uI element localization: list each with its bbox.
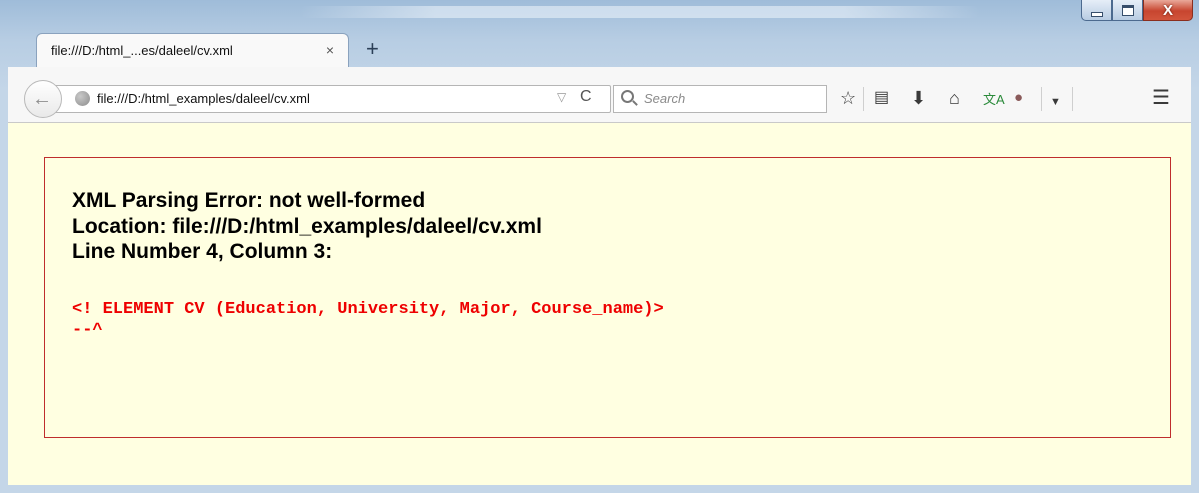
close-window-button[interactable]: X: [1143, 0, 1193, 21]
home-icon[interactable]: ⌂: [949, 89, 960, 107]
translate-icon[interactable]: 文A: [983, 91, 1005, 109]
tab-close-icon[interactable]: ×: [326, 42, 334, 58]
url-text[interactable]: file:///D:/html_examples/daleel/cv.xml: [97, 91, 310, 106]
maximize-button[interactable]: [1112, 0, 1143, 21]
maximize-icon: [1121, 4, 1134, 16]
bookmark-star-icon[interactable]: ☆: [840, 89, 856, 107]
window-controls: X: [1081, 0, 1193, 22]
new-tab-button[interactable]: +: [366, 38, 379, 60]
dropdown-icon[interactable]: ▼: [1050, 93, 1061, 111]
close-icon: X: [1162, 1, 1173, 19]
search-input[interactable]: Search: [613, 85, 827, 113]
browser-window: X file:///D:/html_...es/daleel/cv.xml × …: [0, 0, 1199, 493]
history-dropdown-icon[interactable]: ▽: [557, 90, 566, 104]
minimize-button[interactable]: [1081, 0, 1112, 21]
xml-error-box: XML Parsing Error: not well-formed Locat…: [44, 157, 1171, 438]
reading-list-icon[interactable]: ▤: [874, 89, 889, 107]
separator: [1041, 87, 1042, 111]
error-line-info: Line Number 4, Column 3:: [72, 240, 333, 263]
back-arrow-icon: ←: [32, 88, 52, 110]
navigation-toolbar: file:///D:/html_examples/daleel/cv.xml ▽…: [8, 67, 1191, 123]
chat-icon[interactable]: ●: [1014, 89, 1023, 107]
search-icon: [621, 90, 634, 103]
window-title: [300, 6, 980, 18]
separator: [1072, 87, 1073, 111]
url-bar[interactable]: file:///D:/html_examples/daleel/cv.xml ▽…: [46, 85, 611, 113]
search-placeholder: Search: [644, 91, 686, 106]
error-location: Location: file:///D:/html_examples/dalee…: [72, 215, 542, 238]
minimize-icon: [1090, 11, 1103, 17]
error-heading: XML Parsing Error: not well-formed: [72, 189, 426, 212]
title-bar[interactable]: X: [0, 0, 1199, 30]
error-caret-line: --^: [72, 321, 103, 340]
menu-icon[interactable]: ☰: [1152, 88, 1170, 108]
tab-cv-xml[interactable]: file:///D:/html_...es/daleel/cv.xml ×: [36, 33, 349, 67]
globe-icon: [75, 91, 90, 106]
tab-title: file:///D:/html_...es/daleel/cv.xml: [51, 43, 233, 58]
download-icon[interactable]: ⬇: [911, 89, 926, 107]
separator: [863, 87, 864, 111]
error-source-line: <! ELEMENT CV (Education, University, Ma…: [72, 300, 664, 319]
back-button[interactable]: ←: [24, 80, 62, 118]
page-content: XML Parsing Error: not well-formed Locat…: [8, 123, 1191, 485]
reload-icon[interactable]: C: [580, 88, 592, 106]
